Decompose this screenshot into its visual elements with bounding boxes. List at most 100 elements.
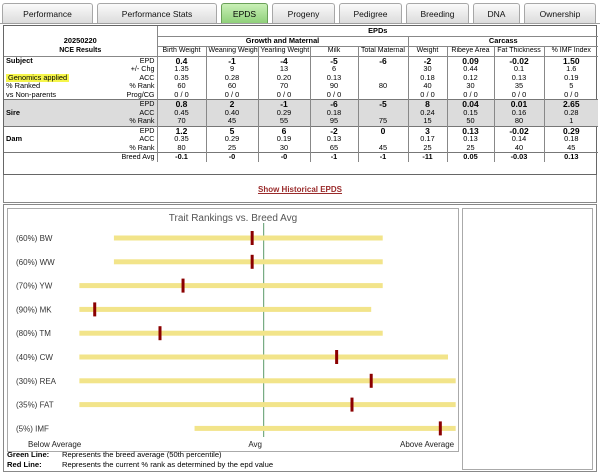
dam-row: Dam ACC 0.35 0.29 0.19 0.13 0.17 0.13 0.14 0.18 bbox=[4, 135, 599, 144]
dam-value-cell: 0.35 bbox=[156, 135, 206, 144]
subject-value-cell: 0 / 0 bbox=[493, 90, 544, 100]
subject-value-cell: 0 / 0 bbox=[446, 90, 494, 100]
sire-value-cell: 45 bbox=[205, 117, 258, 126]
tab-progeny[interactable]: Progeny bbox=[272, 3, 335, 23]
epd-table-panel: EPDs 20250220 Growth and Maternal Carcas… bbox=[3, 25, 599, 175]
dam-value-cell: 25 bbox=[446, 143, 494, 153]
epd-table: EPDs 20250220 Growth and Maternal Carcas… bbox=[4, 26, 599, 162]
col-imf-index: % IMF Index bbox=[543, 46, 599, 57]
tab-epds[interactable]: EPDS bbox=[221, 3, 268, 23]
run-label: NCE Results bbox=[4, 46, 157, 57]
sire-value-cell: 0.24 bbox=[407, 108, 447, 117]
trait-rank-marker bbox=[250, 254, 254, 269]
sire-section: EPD 0.8 2 -1 -6 -5 8 0.04 0.01 2.65 Sire ACC 0.45 0.4… bbox=[4, 99, 599, 126]
subject-value-cell: 1.35 bbox=[156, 65, 206, 74]
subject-left-label: % Ranked bbox=[6, 82, 41, 90]
axis-label-above-average: Above Average bbox=[400, 440, 455, 449]
breed-avg-row: Breed Avg -0.1 -0 -0 -1 -1 -11 0.05 -0.03 0.13 bbox=[4, 152, 599, 162]
dam-value-cell: 0 bbox=[357, 125, 408, 135]
dam-value-cell: 30 bbox=[257, 143, 310, 153]
subject-value-cell: -2 bbox=[407, 55, 447, 65]
col-birth-weight: Birth Weight bbox=[156, 46, 206, 57]
axis-label-avg: Avg bbox=[248, 440, 262, 449]
subject-value-cell: 0.12 bbox=[446, 73, 494, 82]
dam-value-cell: 6 bbox=[257, 125, 310, 135]
subject-value-cell: 0.09 bbox=[446, 55, 494, 65]
trait-range-bar bbox=[79, 378, 456, 384]
trait-label: (35%) FAT bbox=[16, 401, 54, 410]
trait-label: (30%) REA bbox=[16, 377, 57, 386]
run-date: 20250220 bbox=[63, 36, 97, 45]
sire-value-cell: 0.40 bbox=[205, 108, 258, 117]
col-ribeye-area: Ribeye Area bbox=[446, 46, 494, 57]
breed-avg-value: 0.05 bbox=[446, 152, 494, 162]
sire-value-cell: 0.29 bbox=[257, 108, 310, 117]
sire-value-cell: 0.15 bbox=[446, 108, 494, 117]
subject-value-cell: 40 bbox=[407, 82, 447, 91]
trait-label: (60%) BW bbox=[16, 234, 53, 243]
subject-value-cell: 35 bbox=[493, 82, 544, 91]
dam-value-cell: 25 bbox=[205, 143, 258, 153]
epds-header: EPDs bbox=[156, 26, 599, 37]
carcass-header: Carcass bbox=[407, 36, 599, 47]
trait-rank-marker bbox=[93, 302, 97, 317]
subject-row-label: % Rank bbox=[129, 82, 155, 90]
subject-value-cell: 0.44 bbox=[446, 65, 494, 74]
subject-value-cell: -0.02 bbox=[493, 55, 544, 65]
subject-value-cell: 0 / 0 bbox=[543, 90, 599, 100]
subject-value-cell: 30 bbox=[446, 82, 494, 91]
subject-value-cell: -4 bbox=[257, 55, 310, 65]
subject-value-cell: 6 bbox=[309, 65, 358, 74]
subject-value-cell: 60 bbox=[205, 82, 258, 91]
sire-value-cell: 95 bbox=[309, 117, 358, 126]
sire-value-cell: 0.28 bbox=[543, 108, 599, 117]
breed-avg-value: 0.13 bbox=[543, 152, 599, 162]
subject-row: +/- Chg 1.35 9 13 6 30 0.44 0.1 1.6 bbox=[4, 65, 599, 74]
subject-value-cell: 0.18 bbox=[407, 73, 447, 82]
chart-legend: Green Line: Represents the breed average… bbox=[7, 449, 459, 469]
sire-value-cell: -1 bbox=[257, 99, 310, 109]
tab-performance[interactable]: Performance bbox=[2, 3, 93, 23]
tab-performance-stats[interactable]: Performance Stats bbox=[97, 3, 217, 23]
legend-green-key: Green Line: bbox=[7, 449, 50, 459]
col-fat-thickness: Fat Thickness bbox=[493, 46, 544, 57]
trait-rankings-chart: Trait Rankings vs. Breed Avg (60%) BW (60… bbox=[7, 208, 459, 452]
show-historical-epds-link[interactable]: Show Historical EPDS bbox=[4, 185, 596, 194]
subject-value-cell: 0.1 bbox=[493, 65, 544, 74]
breed-avg-value: -11 bbox=[407, 152, 447, 162]
trait-range-bar bbox=[79, 330, 383, 336]
subject-value-cell: 1.6 bbox=[543, 65, 599, 74]
subject-value-cell: 0.13 bbox=[493, 73, 544, 82]
sire-value-cell: 1 bbox=[543, 117, 599, 126]
trait-rank-marker bbox=[181, 278, 185, 293]
genomics-applied-badge: Genomics applied bbox=[6, 73, 70, 82]
axis-label-below-average: Below Average bbox=[28, 440, 82, 449]
tab-pedigree[interactable]: Pedigree bbox=[339, 3, 402, 23]
dam-left-label bbox=[4, 125, 109, 135]
tab-ownership[interactable]: Ownership bbox=[524, 3, 596, 23]
dam-value-cell: 5 bbox=[205, 125, 258, 135]
sire-row: % Rank 70 45 55 95 75 15 50 80 1 bbox=[4, 117, 599, 126]
subject-value-cell: 0 / 0 bbox=[156, 90, 206, 100]
subject-value-cell bbox=[357, 90, 408, 100]
tab-breeding[interactable]: Breeding bbox=[406, 3, 469, 23]
dam-value-cell: 40 bbox=[493, 143, 544, 153]
breed-avg-label: Breed Avg bbox=[109, 152, 157, 162]
history-link-area: Show Historical EPDS bbox=[3, 175, 597, 203]
growth-maternal-header: Growth and Maternal bbox=[156, 36, 408, 47]
trait-rank-marker bbox=[438, 421, 442, 436]
subject-value-cell: 30 bbox=[407, 65, 447, 74]
subject-left-label: Subject bbox=[4, 55, 109, 65]
sire-value-cell: 0.8 bbox=[156, 99, 206, 109]
legend-red-key: Red Line: bbox=[7, 459, 42, 469]
dam-value-cell: 0.29 bbox=[205, 135, 258, 144]
tab-dna[interactable]: DNA bbox=[473, 3, 520, 23]
subject-value-cell: 0.20 bbox=[257, 73, 310, 82]
sire-value-cell: 8 bbox=[407, 99, 447, 109]
dam-left-label bbox=[4, 144, 109, 153]
subject-value-cell: 5 bbox=[543, 82, 599, 91]
breed-avg-value: -0 bbox=[257, 152, 310, 162]
side-panel bbox=[462, 208, 593, 470]
subject-row: % Ranked% Rank 60 60 70 90 80 40 30 35 5 bbox=[4, 82, 599, 91]
trait-range-bar bbox=[113, 259, 383, 265]
